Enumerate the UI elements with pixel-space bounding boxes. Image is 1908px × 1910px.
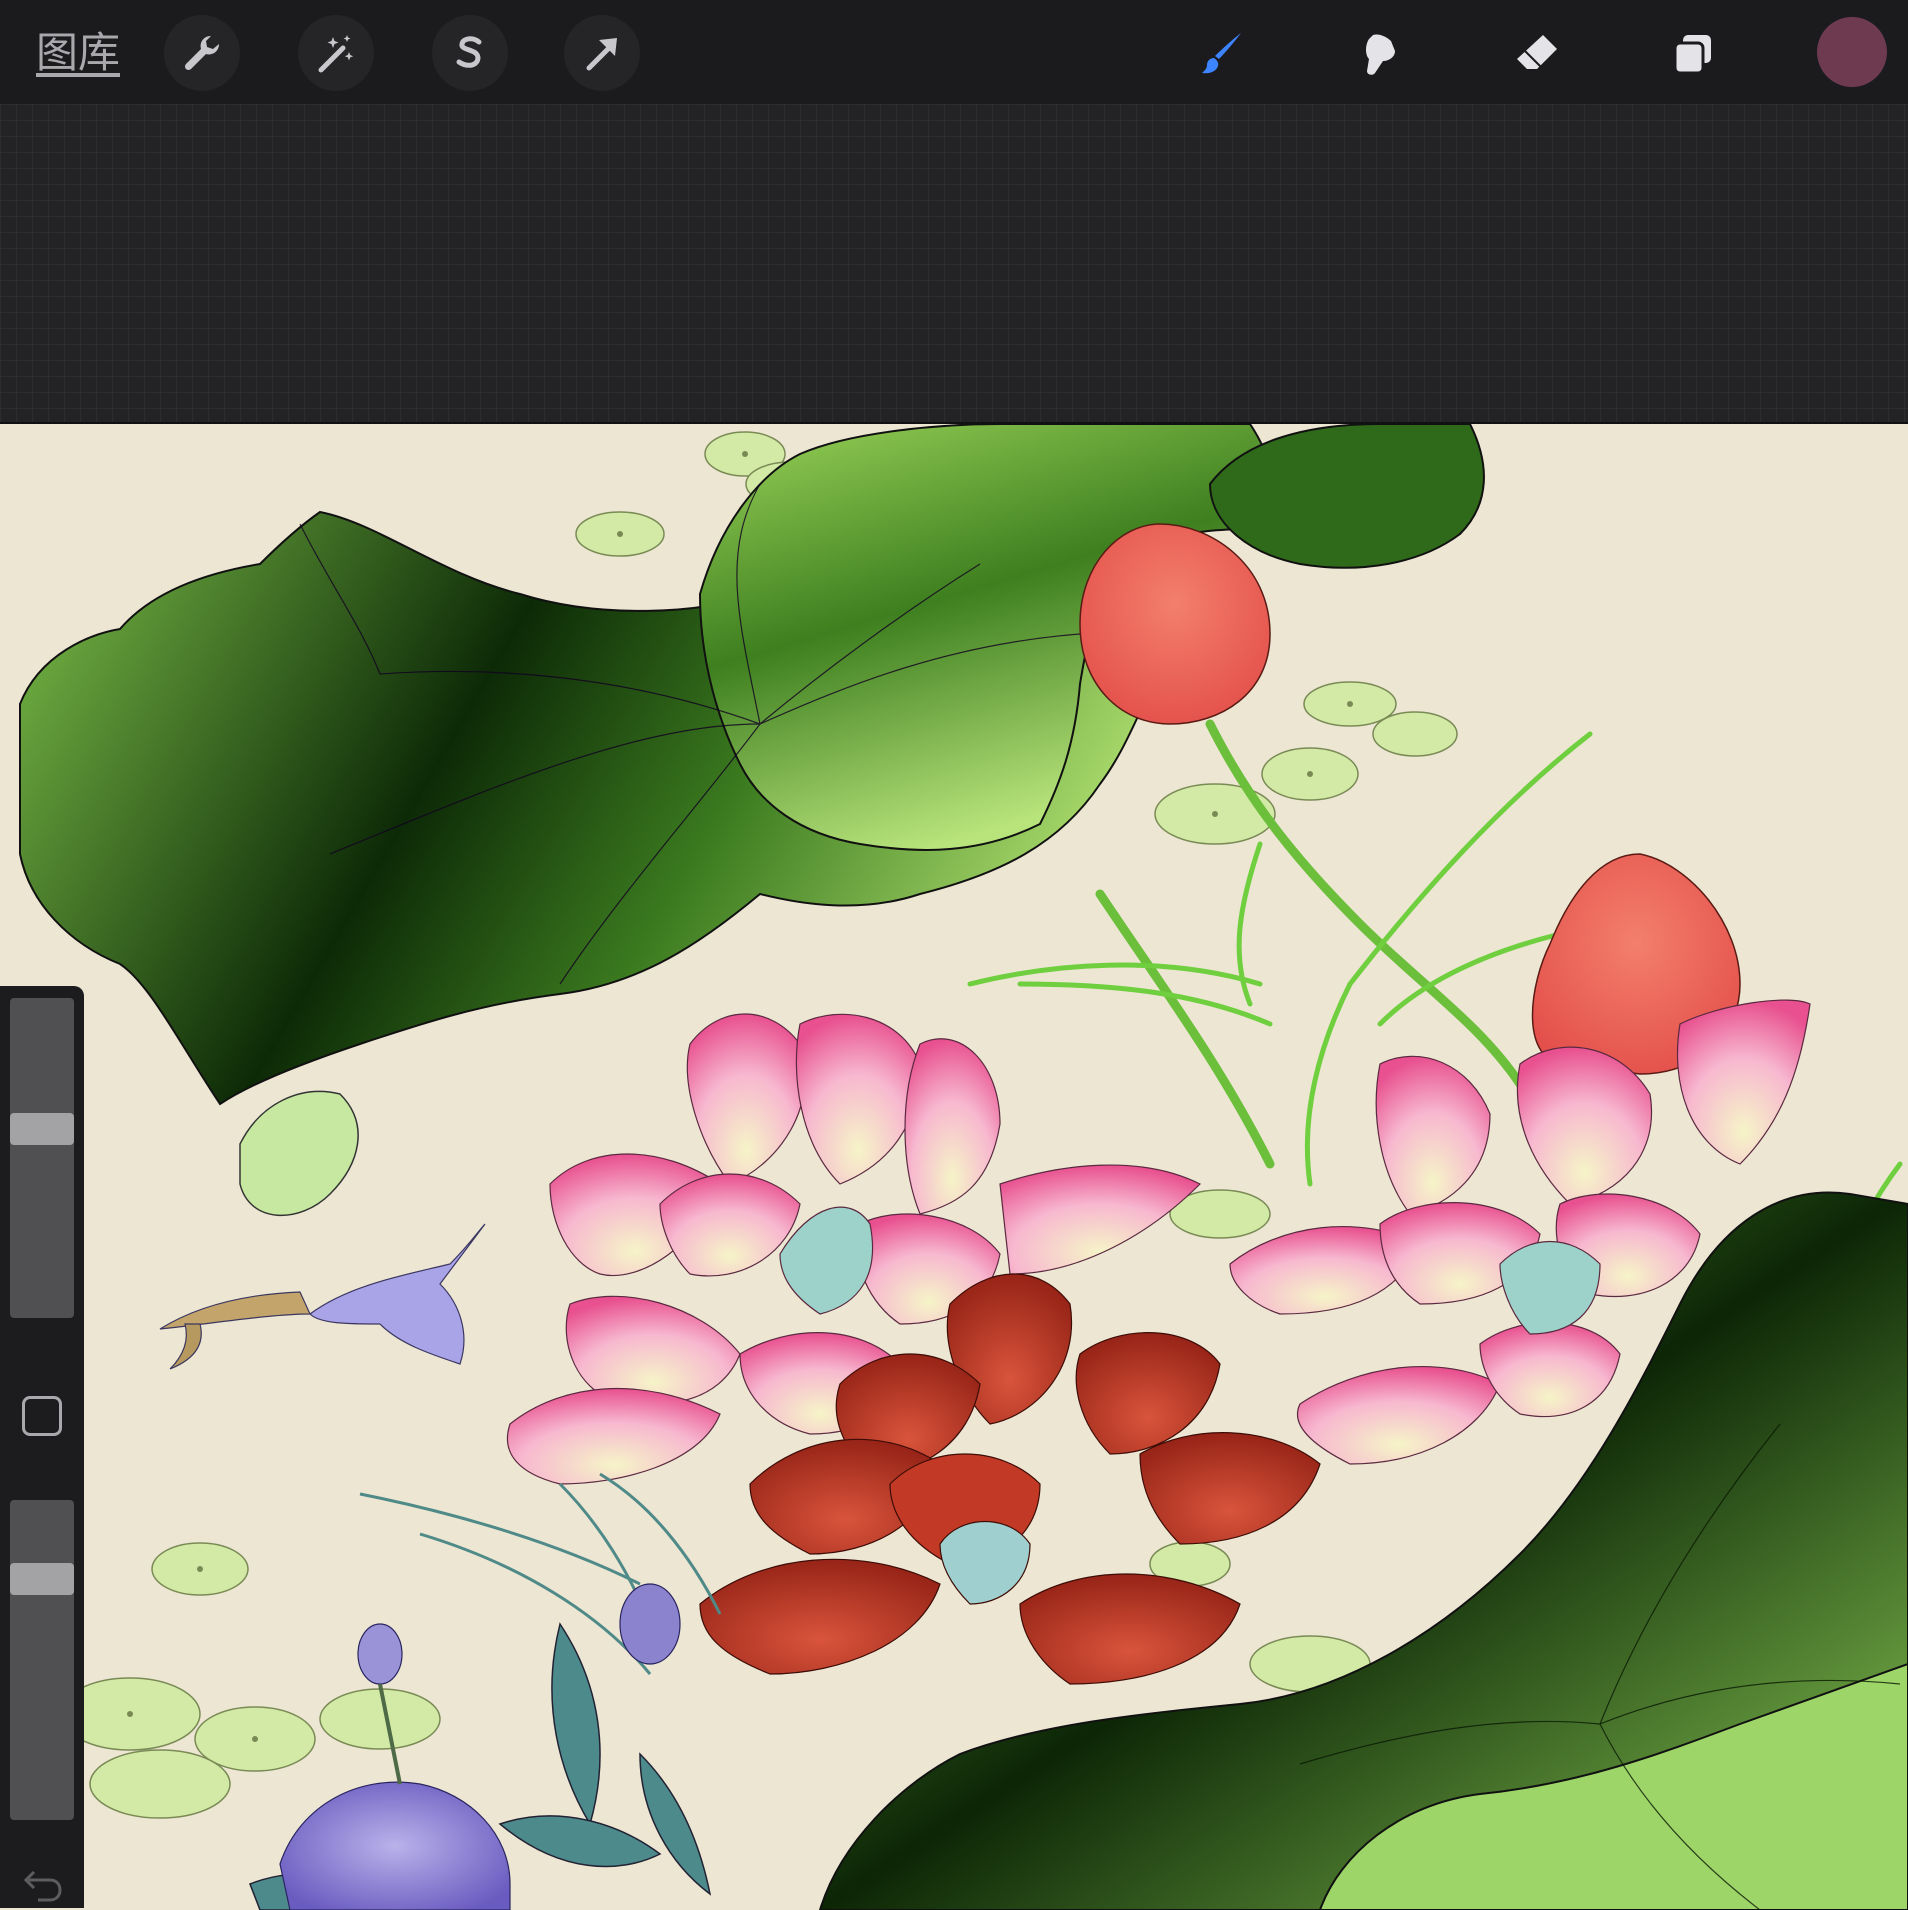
opacity-slider[interactable] (10, 1500, 74, 1820)
layers-icon (1673, 35, 1711, 75)
brush-icon (1202, 33, 1241, 74)
smudge-finger-icon (1366, 34, 1395, 75)
brush-sidebar (0, 986, 84, 1908)
brush-button[interactable] (1184, 22, 1260, 86)
wrench-icon (184, 35, 220, 71)
arrow-cursor-icon (586, 38, 617, 71)
smudge-button[interactable] (1340, 22, 1416, 86)
brush-size-slider[interactable] (10, 998, 74, 1318)
selection-s-icon (456, 36, 482, 68)
eraser-icon (1517, 35, 1557, 69)
top-toolbar: 图库 (0, 0, 1908, 104)
undo-icon[interactable] (20, 1866, 64, 1902)
adjustments-button[interactable] (298, 15, 374, 91)
transform-button[interactable] (564, 15, 640, 91)
gallery-button[interactable]: 图库 (36, 28, 120, 78)
lotus-painting (0, 424, 1908, 1910)
actions-button[interactable] (164, 15, 240, 91)
magic-wand-icon (318, 35, 354, 73)
square-modifier-icon[interactable] (22, 1396, 62, 1436)
workspace-backdrop (0, 104, 1908, 422)
selection-button[interactable] (432, 15, 508, 91)
color-picker-button[interactable] (1817, 17, 1887, 87)
eraser-button[interactable] (1498, 22, 1574, 86)
opacity-thumb[interactable] (10, 1563, 74, 1595)
drawing-canvas[interactable] (0, 422, 1908, 1910)
layers-button[interactable] (1654, 22, 1730, 86)
brush-size-thumb[interactable] (10, 1113, 74, 1145)
